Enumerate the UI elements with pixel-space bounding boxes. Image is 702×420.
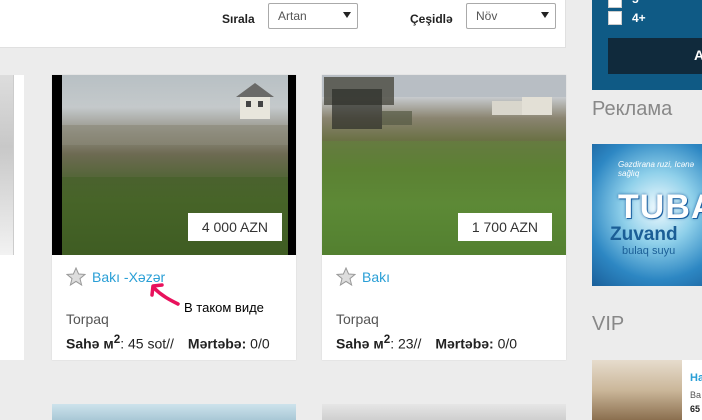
floor-label: Mərtəbə: bbox=[187, 335, 247, 352]
floor-value: 0/0 bbox=[246, 335, 270, 352]
type-label: Çeşidlə bbox=[410, 12, 453, 26]
sort-select-value: Artan bbox=[278, 9, 307, 23]
area-label: Sahə м bbox=[66, 335, 114, 352]
area-value: : 45 sot// bbox=[120, 335, 174, 352]
listing-photo bbox=[0, 75, 14, 255]
listing-card-partial[interactable] bbox=[0, 75, 24, 360]
listing-photo[interactable]: 4 000 AZN bbox=[52, 75, 296, 255]
filter-checkbox[interactable] bbox=[608, 11, 622, 25]
vip-title: VIP bbox=[592, 313, 625, 335]
listing-card[interactable] bbox=[52, 404, 296, 420]
ads-title: Реклама bbox=[592, 98, 673, 120]
listing-photo[interactable]: 1 700 AZN bbox=[322, 75, 566, 255]
star-icon[interactable] bbox=[66, 267, 86, 287]
vip-photo bbox=[592, 360, 682, 420]
right-sidebar: 5 4+ A Реклама Gəzdirana ruzi, Icənə sağ… bbox=[592, 0, 702, 420]
vip-listing-location: Ba bbox=[690, 390, 702, 400]
ad-product: Zuvand bbox=[610, 224, 678, 245]
listing-card[interactable]: 1 700 AZN Bakı Torpaq Sahə м2: 23//Mərtə… bbox=[322, 75, 566, 360]
ad-brand: TUBA bbox=[618, 188, 702, 226]
price-badge: 1 700 AZN bbox=[457, 213, 552, 241]
sort-bar: Sırala Artan Çeşidlə Növ bbox=[0, 0, 566, 48]
listing-specs: Sahə м2: 45 sot//Mərtəbə: 0/0 bbox=[66, 333, 270, 352]
price-badge: 4 000 AZN bbox=[187, 213, 282, 241]
listing-card[interactable]: 4 000 AZN Bakı -Xəzər Torpaq Sahə м2: 45… bbox=[52, 75, 296, 360]
ad-product-sub: bulaq suyu bbox=[622, 245, 676, 257]
ad-banner[interactable]: Gəzdirana ruzi, Icənə sağlıq TUBA Zuvand… bbox=[592, 144, 702, 286]
floor-value: 0/0 bbox=[493, 335, 518, 352]
filter-box: 5 4+ A bbox=[592, 0, 702, 90]
listing-title-link[interactable]: Bakı bbox=[362, 269, 390, 285]
listing-category: Torpaq bbox=[336, 311, 379, 327]
vip-listing-price: 65 bbox=[690, 404, 701, 414]
listing-title-row: Bakı bbox=[336, 265, 390, 289]
type-select[interactable]: Növ bbox=[466, 3, 556, 29]
sort-select[interactable]: Artan bbox=[268, 3, 358, 29]
chevron-down-icon bbox=[541, 12, 549, 18]
area-label: Sahə м bbox=[336, 335, 384, 352]
search-button[interactable]: A bbox=[608, 38, 702, 74]
filter-option-label: 4+ bbox=[632, 11, 646, 25]
filter-option-label: 5 bbox=[632, 0, 639, 6]
listing-specs: Sahə м2: 23//Mərtəbə: 0/0 bbox=[336, 333, 517, 352]
listing-card[interactable] bbox=[322, 404, 566, 420]
filter-checkbox[interactable] bbox=[608, 0, 622, 8]
vip-listing-card[interactable]: Ha Ba 65 bbox=[592, 360, 702, 420]
ad-slogan: Gəzdirana ruzi, Icənə sağlıq bbox=[618, 160, 695, 178]
area-value: : 23// bbox=[390, 335, 422, 352]
star-icon[interactable] bbox=[336, 267, 356, 287]
sort-label: Sırala bbox=[222, 12, 255, 26]
listing-category: Torpaq bbox=[66, 311, 109, 327]
annotation-arrow bbox=[150, 283, 180, 306]
chevron-down-icon bbox=[343, 12, 351, 18]
type-select-value: Növ bbox=[476, 9, 498, 23]
vip-listing-title[interactable]: Ha bbox=[690, 372, 702, 384]
floor-label: Mərtəbə: bbox=[435, 335, 494, 352]
annotation-note: В таком виде bbox=[184, 300, 264, 315]
